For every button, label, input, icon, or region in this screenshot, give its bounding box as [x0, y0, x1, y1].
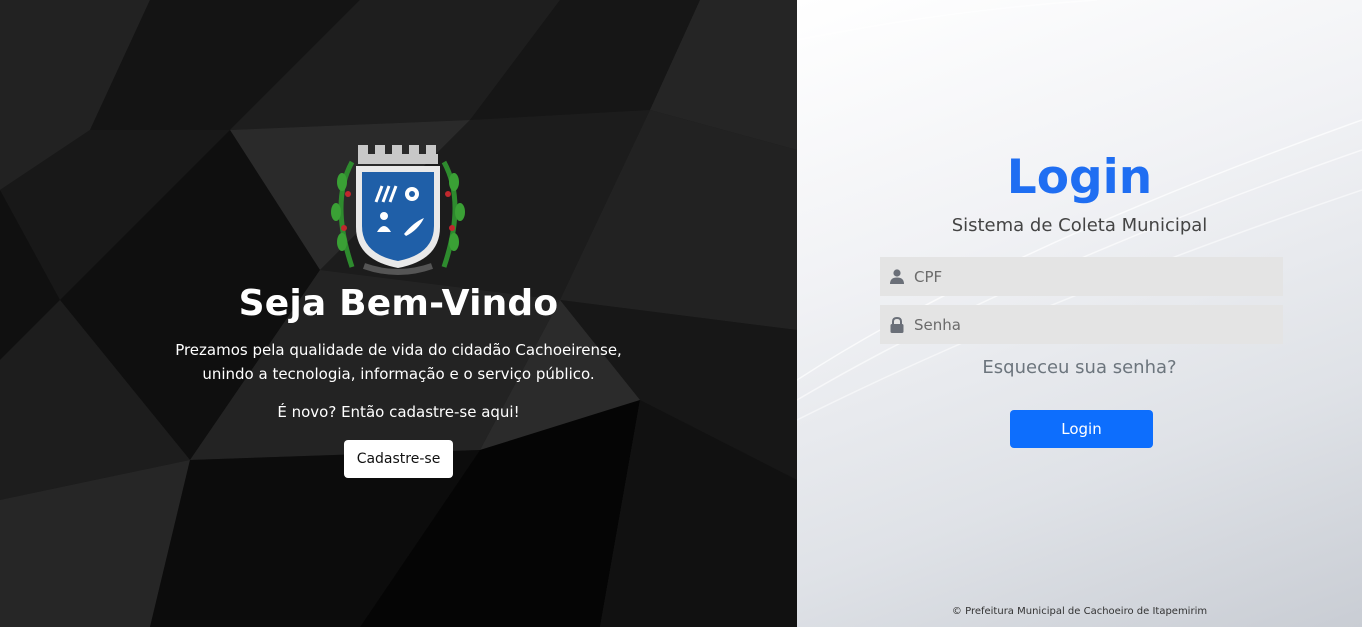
login-title: Login — [1006, 150, 1153, 205]
cpf-field[interactable] — [880, 257, 1283, 296]
system-subtitle: Sistema de Coleta Municipal — [951, 215, 1208, 236]
password-input[interactable] — [914, 305, 1274, 344]
signup-button[interactable]: Cadastre-se — [344, 440, 453, 478]
login-panel: Login Sistema de Coleta Municipal Esquec… — [797, 0, 1362, 627]
welcome-content: Seja Bem-Vindo Prezamos pela qualidade d… — [0, 0, 797, 627]
password-field[interactable] — [880, 305, 1283, 344]
login-button[interactable]: Login — [1010, 410, 1153, 448]
forgot-password-link[interactable]: Esqueceu sua senha? — [797, 357, 1362, 378]
lock-icon — [880, 305, 914, 344]
welcome-title: Seja Bem-Vindo — [238, 283, 559, 324]
coat-of-arms-icon — [331, 145, 465, 275]
user-icon — [880, 257, 914, 296]
welcome-panel: Seja Bem-Vindo Prezamos pela qualidade d… — [0, 0, 797, 627]
welcome-description: Prezamos pela qualidade de vida do cidad… — [175, 341, 622, 383]
cpf-input[interactable] — [914, 257, 1274, 296]
signup-prompt: É novo? Então cadastre-se aqui! — [277, 403, 520, 421]
footer-copyright: © Prefeitura Municipal de Cachoeiro de I… — [951, 606, 1208, 617]
